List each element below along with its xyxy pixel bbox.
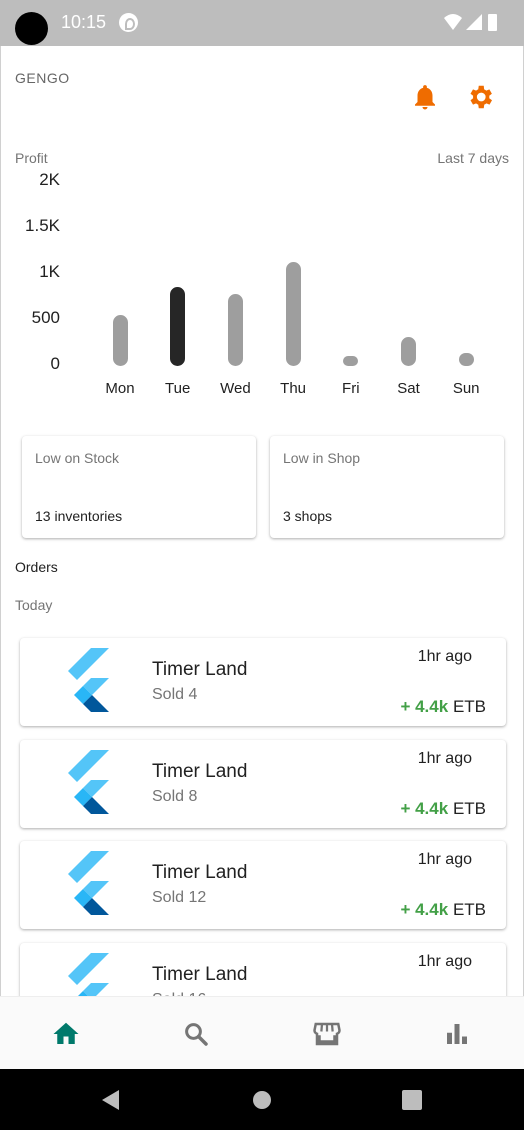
x-tick-label: Sat	[397, 380, 420, 397]
order-time: 1hr ago	[417, 749, 472, 767]
order-item[interactable]: Timer LandSold 161hr ago+ 4.4k ETB	[20, 942, 506, 996]
search-icon[interactable]	[181, 1019, 211, 1049]
order-product-name: Timer Land	[152, 963, 248, 985]
order-amount: + 4.4k ETB	[400, 697, 486, 717]
order-amount-unit: ETB	[452, 798, 486, 818]
status-indicators	[444, 14, 497, 31]
home-circle-icon[interactable]	[249, 1087, 275, 1113]
x-tick-label: Tue	[165, 380, 191, 397]
app-title: GENGO	[15, 70, 70, 86]
bottom-navigation	[0, 996, 524, 1069]
x-tick-label: Mon	[105, 380, 135, 397]
product-logo-icon	[59, 952, 113, 996]
y-tick-label: 500	[31, 308, 60, 327]
system-navigation-bar	[0, 1069, 524, 1130]
order-product-name: Timer Land	[152, 760, 248, 782]
order-quantity: Sold 4	[152, 686, 198, 703]
order-time: 1hr ago	[417, 851, 472, 869]
status-bar: 10:15	[0, 0, 524, 46]
y-tick-label: 0	[50, 354, 60, 373]
bar-chart-icon[interactable]	[442, 1019, 472, 1049]
order-quantity: Sold 12	[152, 889, 207, 907]
chart-bar-thu[interactable]	[285, 262, 301, 366]
x-tick-label: Thu	[280, 380, 307, 397]
stat-value: 3 shops	[283, 508, 333, 524]
order-amount: + 4.4k ETB	[400, 799, 486, 819]
order-product-name: Timer Land	[152, 659, 248, 680]
product-logo-icon	[59, 851, 113, 917]
order-item[interactable]: Timer Land Sold 12 1hr ago + 4.4k ETB	[20, 841, 506, 930]
x-tick-label: Wed	[220, 380, 251, 397]
chart-bar-fri[interactable]	[343, 356, 359, 366]
store-icon[interactable]	[312, 1019, 342, 1049]
order-item[interactable]: Timer Land Sold 4 1hr ago + 4.4k ETB	[20, 638, 506, 726]
order-amount-unit: ETB	[452, 697, 486, 716]
app-notification-icon	[119, 13, 138, 32]
recents-icon[interactable]	[399, 1087, 425, 1113]
x-tick-label: Fri	[342, 380, 360, 397]
stat-value: 13 inventories	[35, 508, 123, 524]
profit-label: Profit	[15, 150, 48, 166]
wifi-icon	[444, 14, 462, 30]
stat-title: Low on Stock	[35, 450, 120, 466]
period-selector[interactable]: Last 7 days	[437, 150, 509, 166]
order-quantity: Sold 8	[152, 787, 198, 805]
battery-icon	[488, 14, 497, 31]
low-stock-card[interactable]: Low on Stock 13 inventories	[22, 436, 256, 538]
product-logo-icon	[59, 648, 113, 714]
camera-cutout	[15, 12, 48, 45]
order-product-name: Timer Land	[152, 862, 248, 884]
y-tick-label: 2K	[39, 170, 60, 189]
chart-bar-mon[interactable]	[112, 315, 128, 366]
chart-bar-sun[interactable]	[458, 353, 474, 366]
x-tick-label: Sun	[452, 380, 480, 397]
low-in-shop-card[interactable]: Low in Shop 3 shops	[270, 436, 504, 538]
app-screen: GENGO Profit Last 7 days 0 500 1K 1.5K 2K Mon…	[0, 46, 524, 996]
stat-title: Low in Shop	[283, 450, 361, 466]
order-time: 1hr ago	[417, 648, 472, 665]
order-amount-value: + 4.4k	[400, 697, 449, 716]
home-icon[interactable]	[51, 1019, 81, 1049]
profit-chart: 0 500 1K 1.5K 2K Mon Tue Wed Thu Fri Sat Sun	[1, 170, 523, 402]
order-time: 1hr ago	[417, 952, 472, 970]
y-tick-label: 1K	[39, 262, 60, 281]
y-tick-label: 1.5K	[25, 216, 60, 235]
order-amount-value: + 4.4k	[400, 900, 449, 920]
order-amount-value: + 4.4k	[400, 798, 449, 818]
product-logo-icon	[59, 749, 113, 816]
order-item[interactable]: Timer Land Sold 8 1hr ago + 4.4k ETB	[20, 739, 506, 828]
chart-bar-sat[interactable]	[401, 336, 416, 366]
gear-icon[interactable]	[465, 82, 495, 112]
order-amount-unit: ETB	[452, 900, 486, 920]
orders-heading: Orders	[15, 559, 58, 575]
signal-icon	[466, 14, 482, 30]
chart-bar-wed[interactable]	[227, 294, 243, 366]
orders-group-label: Today	[15, 597, 53, 613]
status-time: 10:15	[61, 12, 107, 32]
chart-bar-tue[interactable]	[170, 286, 186, 366]
bell-icon[interactable]	[410, 82, 440, 112]
order-amount: + 4.4k ETB	[400, 900, 486, 920]
back-icon[interactable]	[98, 1087, 124, 1113]
